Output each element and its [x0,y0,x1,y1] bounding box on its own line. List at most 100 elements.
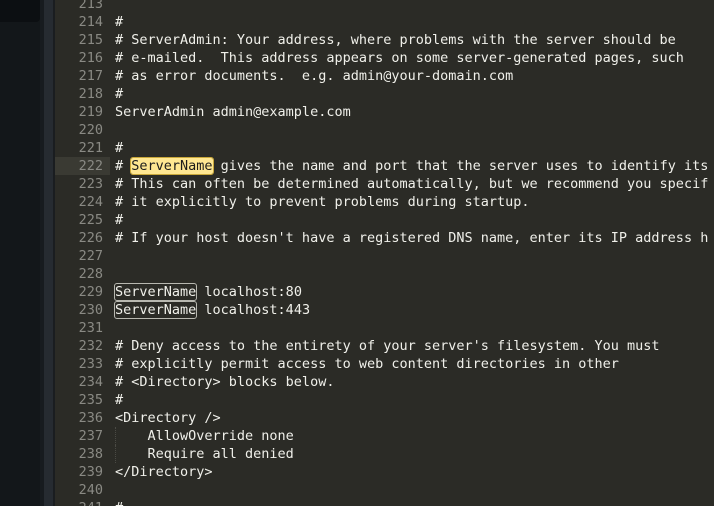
code-line[interactable]: 216 # e-mailed. This address appears on s… [55,49,714,67]
code-text: # ServerName gives the name and port tha… [115,157,708,175]
code-text: Require all denied [115,446,294,462]
line-number: 237 [55,427,110,445]
line-number-text: 225 [78,212,103,228]
line-number: 223 [55,175,110,193]
code-line[interactable]: 230 ServerName localhost:443 [55,301,714,319]
code-text: # [115,392,124,408]
code-text: # [115,140,124,156]
line-number-text: 231 [78,320,103,336]
code-line[interactable]: 239 </Directory> [55,463,714,481]
code-line[interactable]: 238 Require all denied [55,445,714,463]
code-line[interactable]: 231 [55,319,714,337]
code-line[interactable]: 236 <Directory /> [55,409,714,427]
current-search-match: ServerName [130,157,214,175]
line-number: 232 [55,337,110,355]
line-number: 228 [55,265,110,283]
line-number-text: 241 [79,499,103,506]
code-line[interactable]: 240 [55,481,714,499]
code-line[interactable]: 218 # [55,85,714,103]
code-line[interactable]: 229 ServerName localhost:80 [55,283,714,301]
line-number-text: 224 [78,194,103,210]
code-line[interactable]: 235 # [55,391,714,409]
line-number-text: 233 [78,356,103,372]
line-number-text: 239 [78,464,103,480]
line-number-text: 219 [78,104,103,120]
code-segment: gives the name and port that the server … [212,158,709,174]
code-text: ServerName localhost:443 [113,301,310,319]
code-text: ServerAdmin admin@example.com [115,104,351,120]
line-number-text: 234 [78,374,103,390]
scrollbar[interactable] [44,0,53,506]
line-number: 231 [55,319,110,337]
code-text: ServerName localhost:80 [113,283,302,301]
code-text: # Deny access to the entirety of your se… [115,338,660,354]
code-line[interactable]: 220 [55,121,714,139]
code-line[interactable]: 241 # [55,499,714,506]
line-number-text: 227 [78,248,103,264]
line-number-text: 230 [78,302,103,318]
line-number-text: 226 [78,230,103,246]
code-editor[interactable]: 213 214 #215 # ServerAdmin: Your address, w… [55,0,714,506]
code-line[interactable]: 228 [55,265,714,283]
line-number-text: 221 [78,140,103,156]
line-number-text: 235 [78,392,103,408]
code-text: # it explicitly to prevent problems duri… [115,194,530,210]
line-number-text: 228 [78,266,103,282]
line-number-text: 216 [78,50,103,66]
code-text: # This can often be determined automatic… [115,176,709,192]
code-line[interactable]: 227 [55,247,714,265]
line-number-text: 222 [78,158,103,174]
line-number: 216 [55,49,110,67]
line-number: 230 [55,301,110,319]
code-line[interactable]: 225 # [55,211,714,229]
code-text: # [115,14,124,30]
line-number-text: 232 [78,338,103,354]
code-text: <Directory /> [115,410,221,426]
line-number: 233 [55,355,110,373]
line-number: 220 [55,121,110,139]
line-number: 241 [55,499,110,506]
line-number: 224 [55,193,110,211]
code-line[interactable]: 217 # as error documents. e.g. admin@your… [55,67,714,85]
code-line[interactable]: 234 # <Directory> blocks below. [55,373,714,391]
code-line[interactable]: 233 # explicitly permit access to web con… [55,355,714,373]
line-number: 215 [55,31,110,49]
line-number: 221 [55,139,110,157]
line-number-text: 237 [78,428,103,444]
code-text: # explicitly permit access to web conten… [115,356,619,372]
code-line[interactable]: 222 # ServerName gives the name and port … [55,157,714,175]
code-segment: localhost:80 [196,284,302,300]
line-number-text: 236 [78,410,103,426]
code-line[interactable]: 219 ServerAdmin admin@example.com [55,103,714,121]
code-line[interactable]: 223 # This can often be determined automa… [55,175,714,193]
code-line[interactable]: 214 # [55,13,714,31]
code-text: # <Directory> blocks below. [115,374,335,390]
line-number: 214 [55,13,110,31]
line-number-text: 215 [78,32,103,48]
code-text: # If your host doesn't have a registered… [115,230,709,246]
code-text: # ServerAdmin: Your address, where probl… [115,32,676,48]
code-text: # [115,499,123,506]
code-line[interactable]: 221 # [55,139,714,157]
code-line[interactable]: 232 # Deny access to the entirety of your… [55,337,714,355]
line-number-text: 218 [78,86,103,102]
line-number: 236 [55,409,110,427]
line-number-text: 214 [78,14,103,30]
line-number: 226 [55,229,110,247]
search-match: ServerName [113,283,198,301]
code-line[interactable]: 215 # ServerAdmin: Your address, where pr… [55,31,714,49]
code-text: </Directory> [115,464,213,480]
line-number: 234 [55,373,110,391]
code-text: # e-mailed. This address appears on some… [115,50,684,66]
line-number-text: 223 [78,176,103,192]
line-number: 218 [55,85,110,103]
code-line[interactable]: 226 # If your host doesn't have a registe… [55,229,714,247]
line-number-text: 213 [78,0,103,12]
code-text: # as error documents. e.g. admin@your-do… [115,68,514,84]
code-line[interactable]: 213 [55,0,714,13]
code-line[interactable]: 237 AllowOverride none [55,427,714,445]
line-number: 235 [55,391,110,409]
search-match: ServerName [113,301,198,319]
code-line[interactable]: 224 # it explicitly to prevent problems d… [55,193,714,211]
line-number-text: 238 [78,446,103,462]
